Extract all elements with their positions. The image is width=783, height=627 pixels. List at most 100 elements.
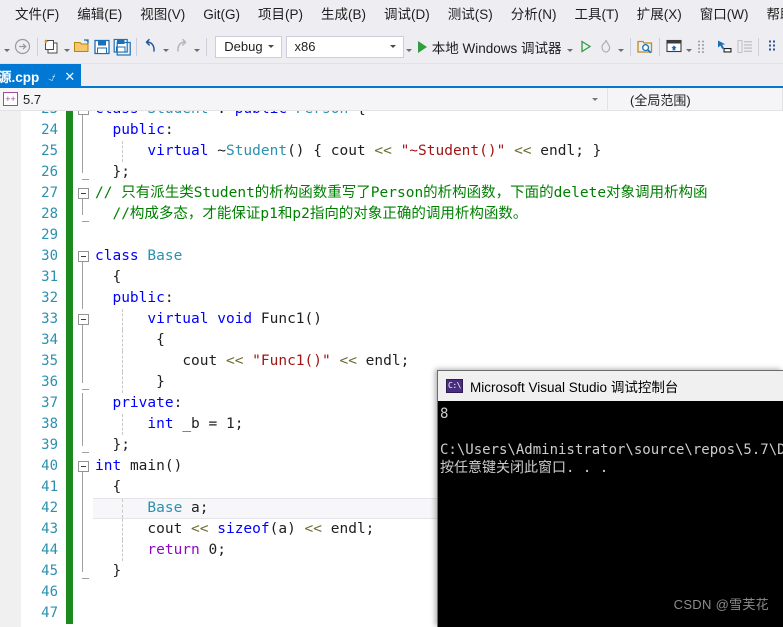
redo-icon[interactable] <box>172 35 192 59</box>
menu-item-edit[interactable]: 编辑(E) <box>68 4 131 26</box>
collapse-toggle-icon[interactable] <box>77 251 89 262</box>
outlining-margin[interactable] <box>73 414 93 435</box>
menu-item-test[interactable]: 测试(S) <box>439 4 502 26</box>
code-line[interactable]: 30 class Base <box>0 246 783 267</box>
outlining-margin[interactable] <box>73 603 93 624</box>
menu-item-analyze[interactable]: 分析(N) <box>502 4 566 26</box>
outlining-margin[interactable] <box>73 288 93 309</box>
code-line[interactable]: 32 public: <box>0 288 783 309</box>
code-text-cell[interactable]: class Base <box>93 246 783 267</box>
platform-combobox[interactable]: x86 <box>285 35 404 58</box>
code-line[interactable]: 31 { <box>0 267 783 288</box>
save-all-icon[interactable] <box>112 35 132 59</box>
start-debugging-button[interactable]: 本地 Windows 调试器 <box>415 35 565 59</box>
outlining-margin[interactable] <box>73 111 93 120</box>
menu-item-extensions[interactable]: 扩展(X) <box>628 4 691 26</box>
undo-icon[interactable] <box>141 35 161 59</box>
menu-item-build[interactable]: 生成(B) <box>312 4 375 26</box>
outlining-margin[interactable] <box>73 162 93 183</box>
code-line[interactable]: 27 // 只有派生类Student的析构函数重写了Person的析构函数，下面的… <box>0 183 783 204</box>
new-project-icon[interactable] <box>42 35 62 59</box>
outlining-margin[interactable] <box>73 183 93 204</box>
hot-reload-dropdown-icon[interactable] <box>615 35 626 59</box>
code-text-cell[interactable]: { <box>93 330 783 351</box>
toolbox-icon[interactable] <box>694 35 714 59</box>
outlining-margin[interactable] <box>73 120 93 141</box>
outlining-margin[interactable] <box>73 435 93 456</box>
outlining-margin[interactable] <box>73 330 93 351</box>
code-text-cell[interactable]: virtual void Func1() <box>93 309 783 330</box>
outlining-margin[interactable] <box>73 351 93 372</box>
collapse-toggle-icon[interactable] <box>77 314 89 325</box>
code-text-cell[interactable]: cout << "Func1()" << endl; <box>93 351 783 372</box>
solution-explorer-dropdown-icon[interactable] <box>683 35 694 59</box>
close-icon[interactable]: ✕ <box>64 70 75 83</box>
outlining-margin[interactable] <box>73 498 93 519</box>
menu-item-view[interactable]: 视图(V) <box>131 4 194 26</box>
navigate-forward-icon[interactable] <box>13 35 33 59</box>
menu-item-project[interactable]: 项目(P) <box>249 4 312 26</box>
find-in-files-icon[interactable] <box>635 35 655 59</box>
project-scope-combobox[interactable]: ++ 5.7 <box>0 88 608 110</box>
outlining-margin[interactable] <box>73 225 93 246</box>
configuration-combobox[interactable]: Debug <box>215 35 282 58</box>
code-text-cell[interactable] <box>93 225 783 246</box>
code-text-cell[interactable]: public: <box>93 288 783 309</box>
outlining-margin[interactable] <box>73 372 93 393</box>
chevron-down-icon[interactable] <box>587 98 603 101</box>
code-line[interactable]: 23 class Student : public Person { <box>0 111 783 120</box>
chevron-down-icon[interactable] <box>385 45 401 48</box>
open-file-icon[interactable] <box>72 35 92 59</box>
code-line[interactable]: 28 //构成多态，才能保证p1和p2指向的对象正确的调用析构函数。 <box>0 204 783 225</box>
member-scope-combobox[interactable]: (全局范围) <box>608 88 783 110</box>
more-options-icon[interactable] <box>763 35 783 59</box>
code-line[interactable]: 34 { <box>0 330 783 351</box>
outlining-margin[interactable] <box>73 561 93 582</box>
code-line[interactable]: 33 virtual void Func1() <box>0 309 783 330</box>
outlining-margin[interactable] <box>73 393 93 414</box>
redo-dropdown-icon[interactable] <box>192 35 203 59</box>
navigate-backward-dropdown-icon[interactable] <box>2 35 13 59</box>
start-debugging-dropdown-icon[interactable] <box>564 35 575 59</box>
collapse-toggle-icon[interactable] <box>77 461 89 472</box>
platform-extra-dropdown-icon[interactable] <box>404 35 415 59</box>
code-text-cell[interactable]: //构成多态，才能保证p1和p2指向的对象正确的调用析构函数。 <box>93 204 783 225</box>
menu-item-file[interactable]: 文件(F) <box>6 4 68 26</box>
outlining-margin[interactable] <box>73 477 93 498</box>
outlining-margin[interactable] <box>73 309 93 330</box>
code-line[interactable]: 35 cout << "Func1()" << endl; <box>0 351 783 372</box>
collapse-toggle-icon[interactable] <box>77 111 89 115</box>
outlining-margin[interactable] <box>73 141 93 162</box>
outlining-margin[interactable] <box>73 582 93 603</box>
new-project-dropdown-icon[interactable] <box>62 35 73 59</box>
hot-reload-icon[interactable] <box>595 35 615 59</box>
pin-icon[interactable]: ⍻ <box>48 70 55 83</box>
menu-item-window[interactable]: 窗口(W) <box>691 4 758 26</box>
collapse-toggle-icon[interactable] <box>77 188 89 199</box>
undo-dropdown-icon[interactable] <box>161 35 172 59</box>
document-tab-source-cpp[interactable]: 源.cpp ⍻ ✕ <box>0 64 82 88</box>
solution-explorer-icon[interactable] <box>664 35 684 59</box>
chevron-down-icon[interactable] <box>263 45 279 48</box>
save-icon[interactable] <box>92 35 112 59</box>
menu-item-tools[interactable]: 工具(T) <box>566 4 628 26</box>
indent-icon[interactable] <box>734 35 754 59</box>
outlining-margin[interactable] <box>73 540 93 561</box>
start-without-debugging-icon[interactable] <box>575 35 595 59</box>
code-line[interactable]: 24 public: <box>0 120 783 141</box>
code-line[interactable]: 26 }; <box>0 162 783 183</box>
code-text-cell[interactable]: public: <box>93 120 783 141</box>
outlining-margin[interactable] <box>73 519 93 540</box>
code-line[interactable]: 25 virtual ~Student() { cout << "~Studen… <box>0 141 783 162</box>
code-text-cell[interactable]: virtual ~Student() { cout << "~Student()… <box>93 141 783 162</box>
menu-item-git[interactable]: Git(G) <box>194 4 249 26</box>
menu-item-debug[interactable]: 调试(D) <box>375 4 439 26</box>
code-text-cell[interactable]: { <box>93 267 783 288</box>
outlining-margin[interactable] <box>73 267 93 288</box>
outlining-margin[interactable] <box>73 204 93 225</box>
outlining-margin[interactable] <box>73 246 93 267</box>
code-text-cell[interactable]: }; <box>93 162 783 183</box>
menu-item-help[interactable]: 帮助(H) <box>757 4 783 26</box>
code-text-cell[interactable]: class Student : public Person { <box>93 111 783 120</box>
code-line[interactable]: 29 <box>0 225 783 246</box>
